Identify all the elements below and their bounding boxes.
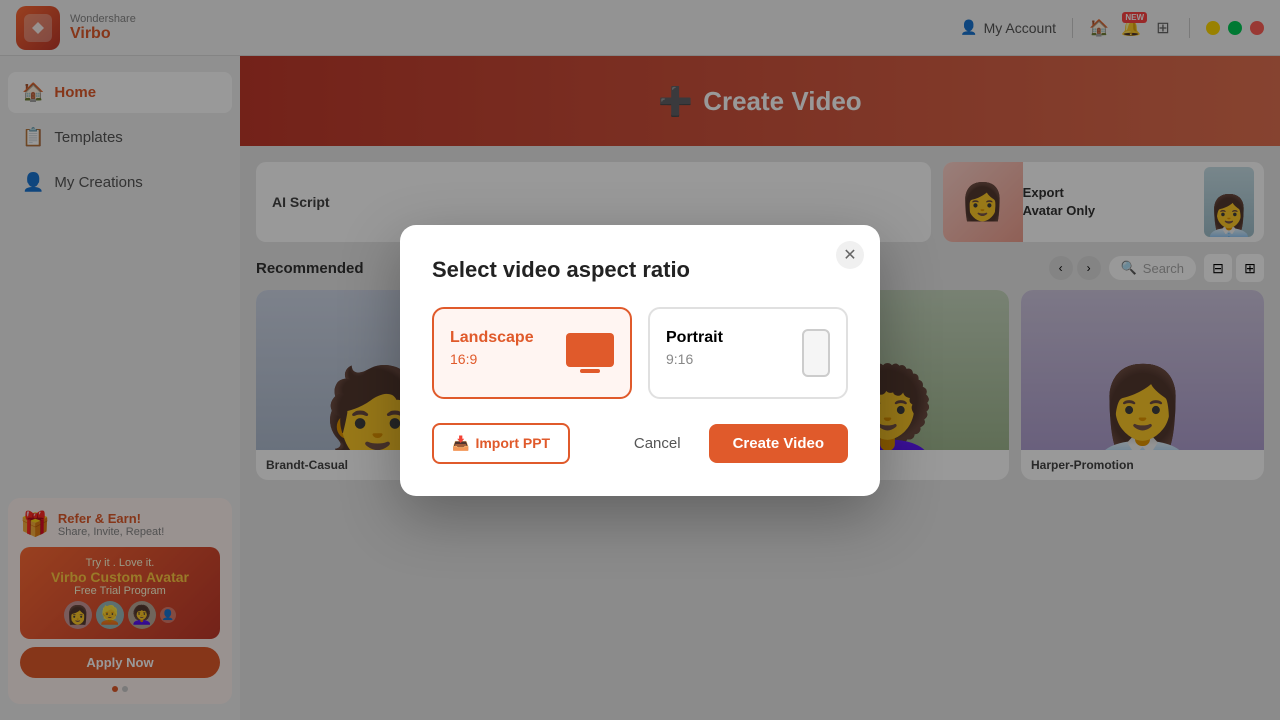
landscape-option[interactable]: Landscape 16:9 [432, 307, 632, 399]
create-video-button[interactable]: Create Video [709, 424, 848, 463]
import-icon: 📥 [452, 435, 469, 452]
portrait-ratio: 9:16 [666, 351, 802, 367]
portrait-text: Portrait 9:16 [666, 329, 802, 377]
modal-close-button[interactable]: ✕ [836, 241, 864, 269]
import-ppt-button[interactable]: 📥 Import PPT [432, 423, 570, 464]
portrait-option[interactable]: Portrait 9:16 [648, 307, 848, 399]
cancel-button[interactable]: Cancel [618, 425, 697, 462]
landscape-ratio: 16:9 [450, 351, 566, 367]
portrait-preview [802, 329, 830, 377]
aspect-ratio-modal: Select video aspect ratio ✕ Landscape 16… [400, 225, 880, 496]
landscape-label: Landscape [450, 329, 566, 347]
portrait-label: Portrait [666, 329, 802, 347]
import-label: Import PPT [475, 435, 550, 451]
portrait-icon [802, 329, 830, 377]
landscape-inner: Landscape 16:9 [450, 329, 614, 367]
modal-footer-right: Cancel Create Video [618, 424, 848, 463]
landscape-text: Landscape 16:9 [450, 329, 566, 367]
aspect-options: Landscape 16:9 Portrait 9:16 [432, 307, 848, 399]
modal-footer: 📥 Import PPT Cancel Create Video [432, 423, 848, 464]
modal-overlay[interactable]: Select video aspect ratio ✕ Landscape 16… [0, 0, 1280, 720]
landscape-preview [566, 333, 614, 367]
landscape-icon [566, 333, 614, 367]
portrait-inner: Portrait 9:16 [666, 329, 830, 377]
modal-title: Select video aspect ratio [432, 257, 848, 283]
